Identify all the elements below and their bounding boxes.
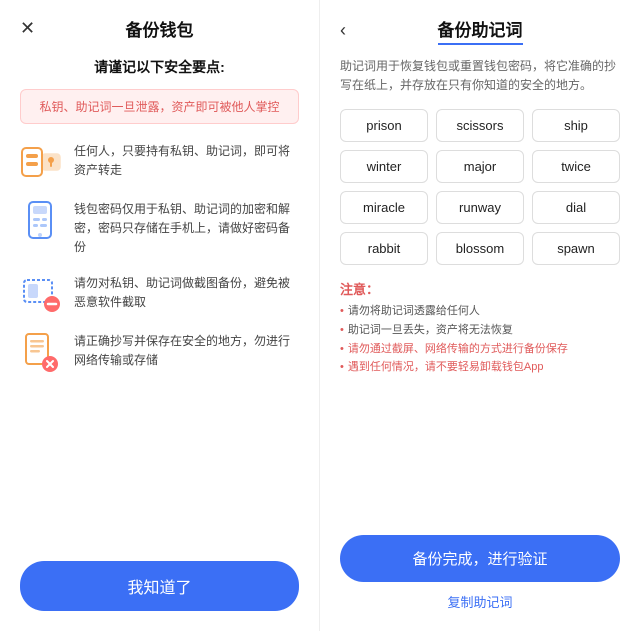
security-item-key-transfer: 任何人，只要持有私钥、助记词，即可将资产转走 xyxy=(20,140,299,184)
screenshot-ban-icon xyxy=(20,272,64,316)
backup-complete-button[interactable]: 备份完成，进行验证 xyxy=(340,535,620,582)
right-actions: 备份完成，进行验证 复制助记词 xyxy=(340,535,620,611)
left-panel: ✕ 备份钱包 请谨记以下安全要点: 私钥、助记词一旦泄露，资产即可被他人掌控 任… xyxy=(0,0,320,631)
right-description: 助记词用于恢复钱包或重置钱包密码，将它准确的抄写在纸上，并存放在只有你知道的安全… xyxy=(340,57,620,95)
left-title: 备份钱包 xyxy=(126,16,194,41)
notice-title: 注意： xyxy=(340,279,620,298)
security-text-3: 请勿对私钥、助记词做截图备份，避免被恶意软件截取 xyxy=(74,272,299,312)
security-item-password-backup: 钱包密码仅用于私钥、助记词的加密和解密，密码只存储在手机上，请做好密码备份 xyxy=(20,198,299,258)
bullet-icon: • xyxy=(340,302,344,321)
security-item-safe-copy: 请正确抄写并保存在安全的地方，勿进行网络传输或存储 xyxy=(20,330,299,374)
notice-item: •遇到任何情况，请不要轻易卸载钱包App xyxy=(340,358,620,377)
mnemonic-word-grid: prisonscissorsship wintermajortwice miracl… xyxy=(340,109,620,265)
notice-item: •请勿通过截屏、网络传输的方式进行备份保存 xyxy=(340,340,620,359)
word-cell: prison xyxy=(340,109,428,142)
security-text-2: 钱包密码仅用于私钥、助记词的加密和解密，密码只存储在手机上，请做好密码备份 xyxy=(74,198,299,258)
phone-icon xyxy=(20,198,64,242)
notice-block: 注意： •请勿将助记词透露给任何人•助记词一旦丢失，资产将无法恢复•请勿通过截屏… xyxy=(340,279,620,377)
close-icon[interactable]: ✕ xyxy=(20,18,35,39)
right-header: ‹ 备份助记词 xyxy=(340,16,620,45)
word-cell: scissors xyxy=(436,109,524,142)
right-title: 备份助记词 xyxy=(438,16,523,45)
word-cell: ship xyxy=(532,109,620,142)
security-text-1: 任何人，只要持有私钥、助记词，即可将资产转走 xyxy=(74,140,299,180)
document-icon xyxy=(20,330,64,374)
word-cell: dial xyxy=(532,191,620,224)
word-cell: twice xyxy=(532,150,620,183)
warning-banner: 私钥、助记词一旦泄露，资产即可被他人掌控 xyxy=(20,89,299,124)
word-cell: runway xyxy=(436,191,524,224)
acknowledge-button[interactable]: 我知道了 xyxy=(20,561,299,611)
word-cell: spawn xyxy=(532,232,620,265)
notice-item: •请勿将助记词透露给任何人 xyxy=(340,302,620,321)
word-cell: major xyxy=(436,150,524,183)
security-item-no-screenshot: 请勿对私钥、助记词做截图备份，避免被恶意软件截取 xyxy=(20,272,299,316)
copy-mnemonic-link[interactable]: 复制助记词 xyxy=(447,592,512,611)
left-subtitle: 请谨记以下安全要点: xyxy=(94,57,225,77)
notice-item: •助记词一旦丢失，资产将无法恢复 xyxy=(340,321,620,340)
bullet-icon: • xyxy=(340,340,344,359)
word-cell: winter xyxy=(340,150,428,183)
right-panel: ‹ 备份助记词 助记词用于恢复钱包或重置钱包密码，将它准确的抄写在纸上，并存放在… xyxy=(320,0,640,631)
word-cell: rabbit xyxy=(340,232,428,265)
back-icon[interactable]: ‹ xyxy=(340,20,346,41)
left-header: ✕ 备份钱包 xyxy=(20,16,299,41)
word-cell: blossom xyxy=(436,232,524,265)
bullet-icon: • xyxy=(340,358,344,377)
security-text-4: 请正确抄写并保存在安全的地方，勿进行网络传输或存储 xyxy=(74,330,299,370)
word-cell: miracle xyxy=(340,191,428,224)
bullet-icon: • xyxy=(340,321,344,340)
key-icon xyxy=(20,140,64,184)
